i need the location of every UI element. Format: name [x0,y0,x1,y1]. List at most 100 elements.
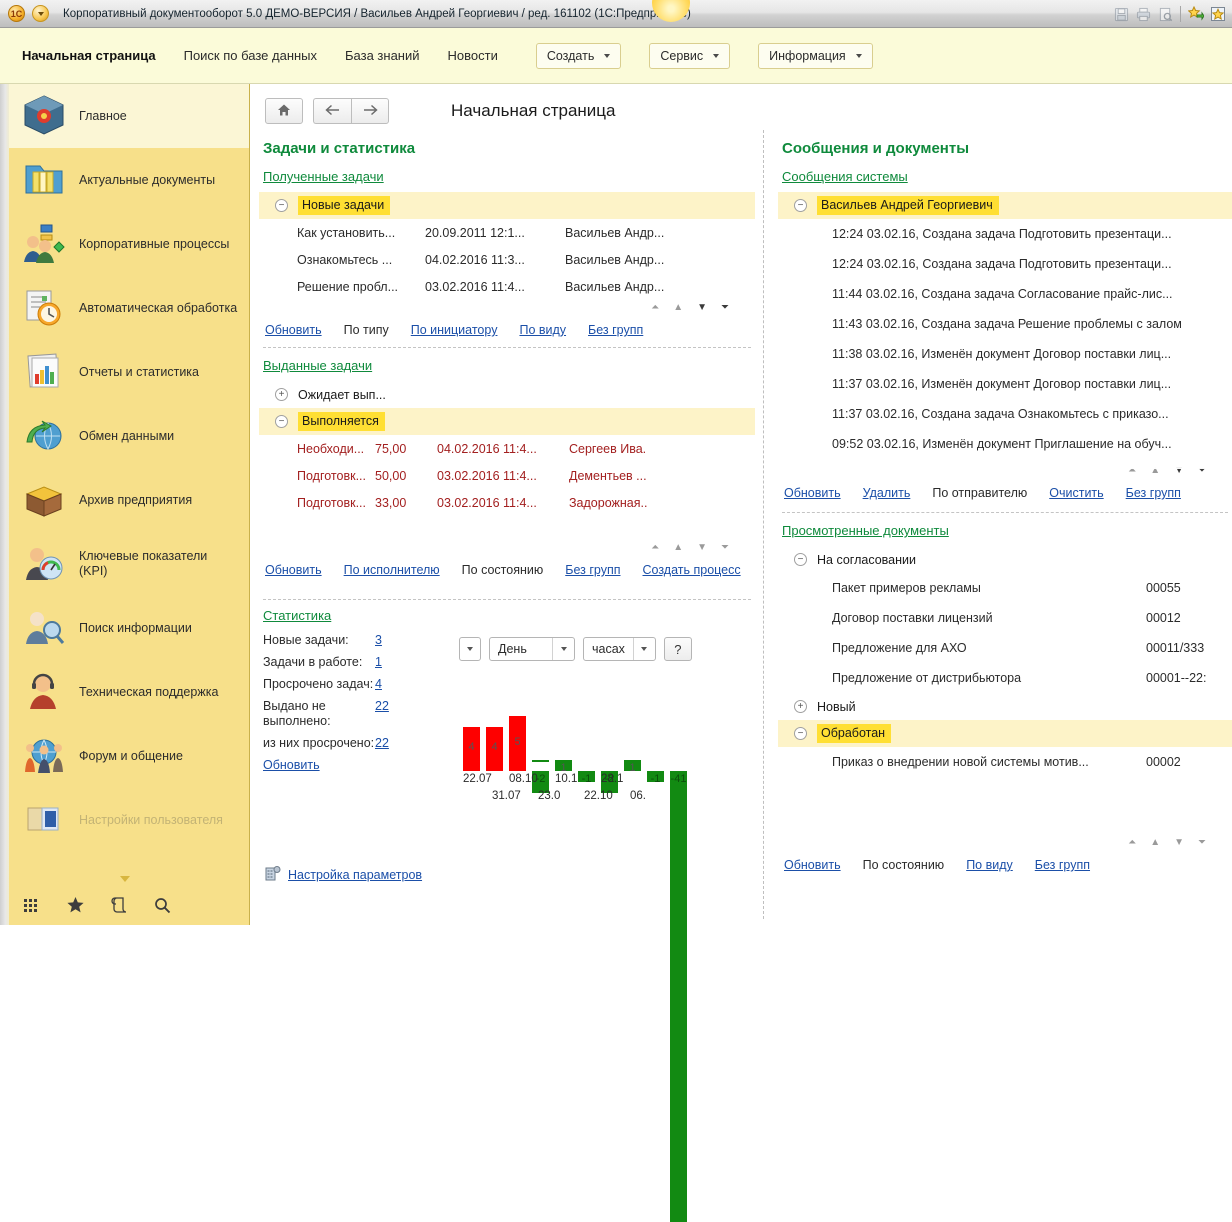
cmd-link-knowledge-base[interactable]: База знаний [345,48,420,63]
received-cmd-5[interactable]: Без групп [588,323,643,337]
cmd-link-news[interactable]: Новости [448,48,498,63]
sidebar-item-5[interactable]: Отчеты и статистика [9,340,249,404]
sidebar-item-11[interactable]: Форум и общение [9,724,249,788]
scroll-up-icon[interactable]: ▲ [1150,837,1160,848]
units-dropdown[interactable]: часах [583,637,656,661]
list-item[interactable]: 09:52 03.02.16, Изменён документ Приглаш… [778,429,1232,459]
list-item[interactable]: 09:50 03.02.16, Изменён документ Исходящ… [778,459,1232,469]
table-row[interactable]: Подготовк... 50,00 03.02.2016 11:4... Демен… [259,462,755,489]
sidebar-item-6[interactable]: Обмен данными [9,404,249,468]
scroll-top-icon[interactable]: ⏶ [1128,837,1136,848]
sidebar-item-4[interactable]: Автоматическая обработка [9,276,249,340]
documents-cmd-4[interactable]: Без групп [1035,858,1090,872]
expand-icon[interactable]: + [794,700,807,713]
received-cmd-2[interactable]: По типу [344,323,389,337]
sidebar-item-12[interactable]: Настройки пользователя [9,788,249,852]
received-tasks-link[interactable]: Полученные задачи [263,169,384,184]
list-item[interactable]: 11:37 03.02.16, Изменён документ Договор… [778,369,1232,399]
favorites-icon[interactable] [1208,4,1228,24]
list-item[interactable]: 11:43 03.02.16, Создана задача Решение п… [778,309,1232,339]
list-item[interactable]: 12:24 03.02.16, Создана задача Подготови… [778,219,1232,249]
statistics-link[interactable]: Статистика [263,608,331,623]
sidebar-scroll-edge[interactable] [0,84,9,925]
system-messages-link[interactable]: Сообщения системы [782,169,908,184]
cmd-link-search-db[interactable]: Поиск по базе данных [184,48,317,63]
scroll-down-icon[interactable]: ▼ [697,542,707,553]
received-cmd-1[interactable]: Обновить [265,323,322,337]
information-button[interactable]: Информация [758,42,873,69]
table-row[interactable]: Договор поставки лицензий 00012 [778,603,1232,633]
main-menu-button[interactable] [32,5,49,22]
scroll-up-icon[interactable]: ▲ [673,302,683,313]
sidebar-item-10[interactable]: Техническая поддержка [9,660,249,724]
issued-cmd-1[interactable]: Обновить [265,563,322,577]
issued-cmd-4[interactable]: Без групп [565,563,620,577]
scroll-bottom-icon[interactable]: ⏷ [1198,837,1206,848]
scroll-down-icon[interactable]: ▼ [697,302,707,313]
stat-value[interactable]: 22 [375,699,389,729]
search-icon[interactable] [154,897,171,914]
table-row[interactable]: Пакет примеров рекламы 00055 [778,573,1232,603]
table-row[interactable]: Приказ о внедрении новой системы мотив..… [778,747,1232,777]
table-row[interactable]: Как установить... 20.09.2011 12:1... Васил… [259,219,755,246]
issued-group-collapsed[interactable]: + Ожидает вып... [259,381,755,408]
scroll-bottom-icon[interactable]: ⏷ [721,542,729,553]
expand-icon[interactable]: + [275,388,288,401]
scroll-down-icon[interactable]: ▼ [1174,837,1184,848]
print-icon[interactable] [1133,4,1153,24]
table-row[interactable]: Подготовк... 33,00 03.02.2016 11:4... Задор… [259,489,755,516]
chart-type-dropdown[interactable] [459,637,481,661]
messages-cmd-5[interactable]: Без групп [1126,486,1181,500]
document-group-3[interactable]: − Обработан [778,720,1232,747]
received-cmd-4[interactable]: По виду [519,323,566,337]
service-button[interactable]: Сервис [649,42,731,69]
received-cmd-3[interactable]: По инициатору [411,323,498,337]
issued-scroll-controls[interactable]: ⏶ ▲ ▼ ⏷ [259,542,755,553]
statistics-refresh-link[interactable]: Обновить [263,758,320,772]
home-button[interactable] [265,98,303,124]
messages-cmd-4[interactable]: Очистить [1049,486,1103,500]
issued-cmd-5[interactable]: Создать процесс [643,563,741,577]
sidebar-more-button[interactable] [0,871,249,885]
documents-cmd-1[interactable]: Обновить [784,858,841,872]
documents-cmd-3[interactable]: По виду [966,858,1013,872]
stat-value[interactable]: 1 [375,655,382,670]
issued-tasks-link[interactable]: Выданные задачи [263,358,372,373]
sidebar-item-2[interactable]: Актуальные документы [9,148,249,212]
list-item[interactable]: 11:37 03.02.16, Создана задача Ознакомьт… [778,399,1232,429]
table-row[interactable]: Предложение для АХО 00011/333 [778,633,1232,663]
received-scroll-controls[interactable]: ⏶ ▲ ▼ ⏷ [259,302,755,313]
table-row[interactable]: Ознакомьтесь ... 04.02.2016 11:3... Василь… [259,246,755,273]
list-item[interactable]: 12:24 03.02.16, Создана задача Подготови… [778,249,1232,279]
collapse-icon[interactable]: − [275,199,288,212]
list-item[interactable]: 11:38 03.02.16, Изменён документ Договор… [778,339,1232,369]
back-button[interactable] [313,98,351,124]
messages-cmd-3[interactable]: По отправителю [932,486,1027,500]
stat-value[interactable]: 4 [375,677,382,692]
favorites-add-icon[interactable] [1186,4,1206,24]
sidebar-item-7[interactable]: Архив предприятия [9,468,249,532]
sidebar-item-3[interactable]: Корпоративные процессы [9,212,249,276]
favorites-star-icon[interactable] [66,896,85,914]
issued-cmd-3[interactable]: По состоянию [462,563,544,577]
messages-group-header[interactable]: − Васильев Андрей Георгиевич [778,192,1232,219]
collapse-icon[interactable]: − [794,199,807,212]
document-group-1[interactable]: − На согласовании [778,546,1232,573]
issued-group-header[interactable]: − Выполняется [259,408,755,435]
save-icon[interactable] [1111,4,1131,24]
received-group-header[interactable]: − Новые задачи [259,192,755,219]
settings-params-link[interactable]: Настройка параметров [288,868,422,882]
list-item[interactable]: 11:44 03.02.16, Создана задача Согласова… [778,279,1232,309]
stat-value[interactable]: 22 [375,736,389,751]
scroll-bottom-icon[interactable]: ⏷ [721,302,729,313]
messages-cmd-1[interactable]: Обновить [784,486,841,500]
sidebar-item-1[interactable]: Главное [9,84,249,148]
help-button[interactable]: ? [663,637,692,661]
scroll-top-icon[interactable]: ⏶ [651,542,659,553]
stat-value[interactable]: 3 [375,633,382,648]
period-dropdown[interactable]: День [489,637,575,661]
cmd-link-home[interactable]: Начальная страница [22,48,156,63]
table-row[interactable]: Необходи... 75,00 04.02.2016 11:4... Сергее… [259,435,755,462]
all-functions-icon[interactable] [23,897,40,914]
preview-icon[interactable] [1155,4,1175,24]
